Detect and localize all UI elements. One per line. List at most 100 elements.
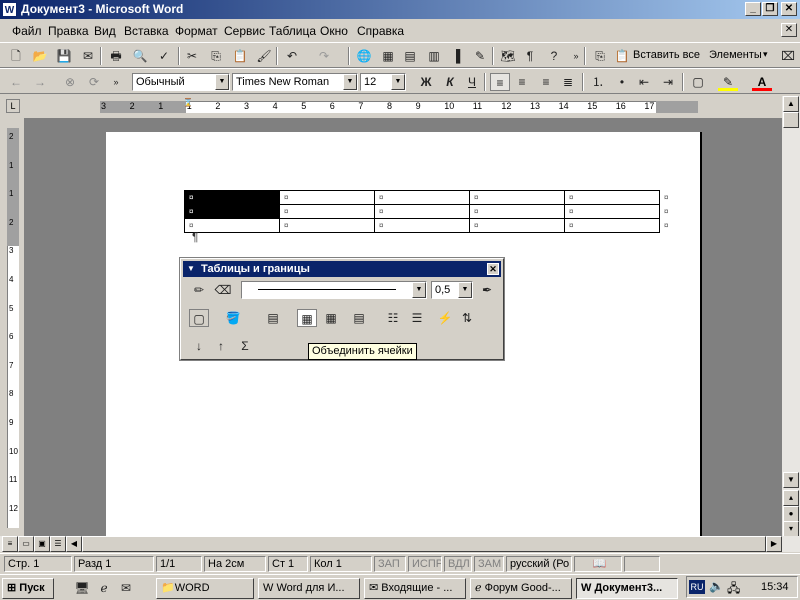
outside-border-icon[interactable]: ▢ — [189, 309, 209, 327]
format-painter-icon[interactable]: 🖌 — [254, 47, 274, 65]
tables-toolbar-title[interactable]: ▼ Таблицы и границы ✕ — [183, 261, 501, 277]
status-ovr[interactable]: ЗАМ — [474, 556, 504, 572]
sort-descending-icon[interactable]: ↑ — [211, 337, 231, 355]
hyperlink-icon[interactable]: 🌐 — [354, 47, 374, 65]
shading-color-icon[interactable]: 🪣 — [223, 309, 243, 327]
close-icon[interactable]: ✕ — [487, 263, 499, 275]
speaker-icon[interactable]: 🔈 — [709, 579, 724, 593]
table-cell[interactable]: ¤ — [469, 190, 565, 205]
paste-icon[interactable]: 📋 — [230, 47, 250, 65]
chevron-down-icon[interactable]: ▼ — [458, 282, 472, 298]
vertical-scrollbar[interactable]: ▲ ▼ ▴ ● ▾ — [782, 96, 800, 537]
language-indicator[interactable]: RU — [689, 580, 705, 594]
highlight-icon[interactable]: ✎ — [718, 73, 738, 91]
font-size-select[interactable]: 12 ▼ — [360, 73, 406, 91]
chevron-down-icon[interactable]: ▼ — [412, 282, 426, 298]
style-select[interactable]: Обычный ▼ — [132, 73, 230, 91]
browse-object-icon[interactable]: ● — [783, 506, 799, 522]
web-view-icon[interactable]: ▭ — [18, 536, 34, 552]
scroll-left-icon[interactable]: ◀ — [66, 536, 82, 552]
chevron-down-icon[interactable]: ▼ — [215, 74, 229, 90]
doc-close-button[interactable]: ✕ — [781, 23, 797, 37]
chevron-down-icon[interactable]: ▼ — [391, 74, 405, 90]
bullets-icon[interactable]: • — [612, 73, 632, 91]
line-style-select[interactable]: ▼ — [241, 281, 427, 299]
close-button[interactable]: ✕ — [781, 2, 797, 16]
scroll-down-icon[interactable]: ▼ — [783, 472, 799, 488]
menu-window[interactable]: Окно — [320, 24, 348, 38]
copy-icon[interactable]: ⎘ — [206, 47, 226, 65]
horizontal-ruler[interactable]: L 3 2 1 1 2 3 4 5 6 7 8 9 10 11 12 13 14 15 16 17 ⌛ — [0, 96, 800, 118]
menu-file[interactable]: Файл — [12, 24, 42, 38]
draw-table-icon[interactable]: ✏ — [189, 281, 209, 299]
table-cell[interactable]: ¤ — [279, 204, 375, 219]
ie-icon[interactable]: ℯ — [94, 579, 114, 597]
indent-marker-icon[interactable]: ⌛ — [183, 98, 193, 107]
autoformat-icon[interactable]: ⚡ — [435, 309, 455, 327]
help-icon[interactable]: ? — [544, 47, 564, 65]
menu-edit[interactable]: Правка — [48, 24, 89, 38]
print-icon[interactable]: 🖶 — [106, 47, 126, 65]
split-cells-icon[interactable]: ▦ — [321, 309, 341, 327]
menu-help[interactable]: Справка — [357, 24, 404, 38]
next-page-icon[interactable]: ▾ — [783, 521, 799, 537]
insert-table-icon[interactable]: ▤ — [400, 47, 420, 65]
align-center-icon[interactable]: ≡ — [512, 73, 532, 91]
undo-icon[interactable]: ↶ — [282, 47, 302, 65]
table-cell[interactable]: ¤ — [374, 190, 470, 205]
table-row[interactable]: ¤ ¤ ¤ ¤ ¤ ¤ — [184, 204, 670, 219]
task-word-for[interactable]: W Word для И... — [258, 578, 360, 599]
distribute-columns-icon[interactable]: ☰ — [407, 309, 427, 327]
clear-clipboard-icon[interactable]: ⌧ — [778, 47, 798, 65]
print-preview-icon[interactable]: 🔍 — [130, 47, 150, 65]
autosum-icon[interactable]: Σ — [235, 337, 255, 355]
table-cell[interactable]: ¤ — [374, 204, 470, 219]
menu-insert[interactable]: Вставка — [124, 24, 169, 38]
task-forum[interactable]: ℯ Форум Good-... — [470, 578, 572, 599]
stop-icon[interactable]: ⊗ — [60, 73, 80, 91]
distribute-rows-icon[interactable]: ☷ — [383, 309, 403, 327]
paste-all-icon[interactable]: 📋 — [612, 47, 632, 65]
numbering-icon[interactable]: ⒈ — [588, 73, 608, 91]
table-row[interactable]: ¤ ¤ ¤ ¤ ¤ ¤ — [184, 190, 670, 205]
columns-icon[interactable]: ▐ — [446, 47, 466, 65]
table-cell[interactable]: ¤ — [184, 218, 280, 233]
toolbar-options-icon[interactable]: » — [566, 47, 586, 65]
toolbar-menu-icon[interactable]: ▼ — [187, 261, 195, 277]
border-color-icon[interactable]: ✒ — [477, 281, 497, 299]
scroll-thumb[interactable] — [783, 112, 799, 128]
show-formatting-icon[interactable]: ¶ — [520, 47, 540, 65]
table-row[interactable]: ¤ ¤ ¤ ¤ ¤ ¤ — [184, 218, 670, 233]
print-layout-icon[interactable]: ▣ — [34, 536, 50, 552]
prev-page-icon[interactable]: ▴ — [783, 490, 799, 506]
menu-format[interactable]: Формат — [175, 24, 218, 38]
decrease-indent-icon[interactable]: ⇤ — [634, 73, 654, 91]
align-cell-icon[interactable]: ▤ — [349, 309, 369, 327]
word-app-icon[interactable]: W — [2, 2, 17, 17]
task-document3[interactable]: W Документ3... — [576, 578, 678, 599]
italic-button[interactable]: К — [440, 73, 460, 91]
table-cell[interactable]: ¤ — [374, 218, 470, 233]
elements-dropdown-icon[interactable]: ▾ — [763, 49, 768, 60]
minimize-button[interactable]: _ — [745, 2, 761, 16]
task-word-folder[interactable]: 📁WORD — [156, 578, 254, 599]
elements-button[interactable]: Элементы — [709, 49, 762, 61]
text-direction-icon[interactable]: ⇅ — [457, 309, 477, 327]
status-trk[interactable]: ИСПР — [408, 556, 442, 572]
task-inbox[interactable]: ✉ Входящие - ... — [364, 578, 466, 599]
doc-map-icon[interactable]: 🗺 — [498, 47, 518, 65]
tab-selector-icon[interactable]: L — [6, 99, 20, 113]
border-icon[interactable]: ▢ — [688, 73, 708, 91]
status-rec[interactable]: ЗАП — [374, 556, 406, 572]
increase-indent-icon[interactable]: ⇥ — [658, 73, 678, 91]
table-cell[interactable]: ¤ — [279, 218, 375, 233]
table-cell[interactable]: ¤ — [184, 190, 280, 205]
table-cell[interactable]: ¤ — [469, 218, 565, 233]
save-icon[interactable]: 💾 — [54, 47, 74, 65]
back-icon[interactable]: ← — [6, 73, 26, 91]
scroll-right-icon[interactable]: ▶ — [766, 536, 782, 552]
paste-all-button[interactable]: Вставить все — [633, 49, 700, 61]
start-button[interactable]: ⊞ Пуск — [2, 578, 54, 599]
document-table[interactable]: ¤ ¤ ¤ ¤ ¤ ¤ ¤ ¤ ¤ ¤ ¤ ¤ ¤ ¤ ¤ ¤ ¤ ¤ — [184, 190, 670, 233]
status-ext[interactable]: ВДЛ — [444, 556, 472, 572]
